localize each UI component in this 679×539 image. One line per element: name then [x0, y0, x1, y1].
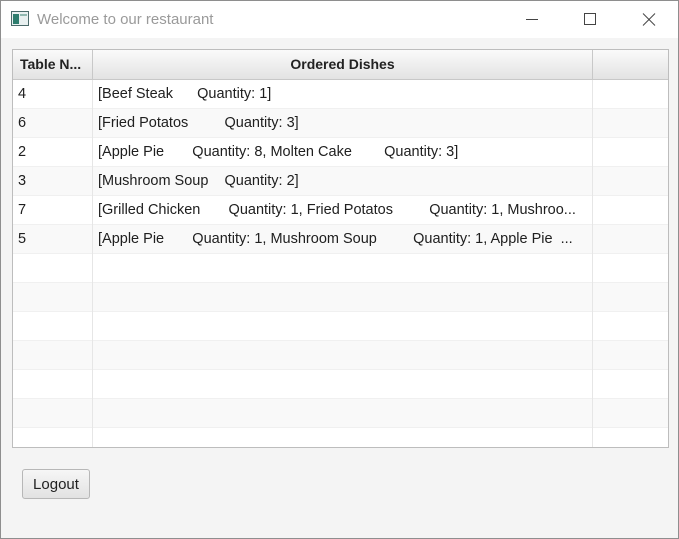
filler-cell	[593, 370, 668, 399]
close-icon	[642, 13, 656, 26]
table-number-cell	[13, 428, 93, 447]
column-header-filler	[593, 50, 668, 79]
window-title: Welcome to our restaurant	[37, 11, 214, 28]
filler-cell	[593, 109, 668, 138]
minimize-button[interactable]	[503, 1, 561, 38]
table-row-empty[interactable]	[13, 370, 668, 399]
ordered-dishes-cell: [Apple Pie Quantity: 8, Molten Cake Quan…	[93, 138, 593, 167]
table-number-cell	[13, 254, 93, 283]
filler-cell	[593, 283, 668, 312]
filler-cell	[593, 225, 668, 254]
ordered-dishes-cell: [Grilled Chicken Quantity: 1, Fried Pota…	[93, 196, 593, 225]
app-window: Welcome to our restaurant Table N... Ord…	[0, 0, 679, 539]
table-row[interactable]: 6 [Fried Potatos Quantity: 3]	[13, 109, 668, 138]
table-number-cell: 4	[13, 80, 93, 109]
filler-cell	[593, 428, 668, 447]
ordered-dishes-cell: [Fried Potatos Quantity: 3]	[93, 109, 593, 138]
table-number-cell	[13, 370, 93, 399]
table-row[interactable]: 4 [Beef Steak Quantity: 1]	[13, 80, 668, 109]
ordered-dishes-cell	[93, 341, 593, 370]
ordered-dishes-cell	[93, 312, 593, 341]
filler-cell	[593, 399, 668, 428]
maximize-button[interactable]	[561, 1, 619, 38]
table-row[interactable]: 7 [Grilled Chicken Quantity: 1, Fried Po…	[13, 196, 668, 225]
table-number-cell	[13, 341, 93, 370]
table-row-empty[interactable]	[13, 428, 668, 447]
table-number-cell	[13, 283, 93, 312]
title-bar[interactable]: Welcome to our restaurant	[1, 1, 678, 38]
filler-cell	[593, 80, 668, 109]
table-number-cell	[13, 312, 93, 341]
ordered-dishes-cell	[93, 428, 593, 447]
maximize-icon	[584, 13, 596, 25]
table-number-cell: 3	[13, 167, 93, 196]
ordered-dishes-cell	[93, 399, 593, 428]
table-row-empty[interactable]	[13, 399, 668, 428]
filler-cell	[593, 341, 668, 370]
filler-cell	[593, 167, 668, 196]
table-number-cell: 2	[13, 138, 93, 167]
window-icon	[11, 11, 29, 26]
minimize-icon	[526, 19, 538, 20]
table-body: 4 [Beef Steak Quantity: 1] 6 [Fried Pota…	[13, 80, 668, 447]
ordered-dishes-cell	[93, 254, 593, 283]
table-header: Table N... Ordered Dishes	[13, 50, 668, 80]
table-number-cell: 7	[13, 196, 93, 225]
table-row[interactable]: 3 [Mushroom Soup Quantity: 2]	[13, 167, 668, 196]
column-header-table-number[interactable]: Table N...	[13, 50, 93, 79]
table-number-cell	[13, 399, 93, 428]
table-row-empty[interactable]	[13, 283, 668, 312]
table-row-empty[interactable]	[13, 312, 668, 341]
table-number-cell: 5	[13, 225, 93, 254]
ordered-dishes-cell	[93, 370, 593, 399]
logout-button[interactable]: Logout	[22, 469, 90, 499]
filler-cell	[593, 254, 668, 283]
filler-cell	[593, 312, 668, 341]
table-row-empty[interactable]	[13, 254, 668, 283]
table-row[interactable]: 5 [Apple Pie Quantity: 1, Mushroom Soup …	[13, 225, 668, 254]
ordered-dishes-cell: [Apple Pie Quantity: 1, Mushroom Soup Qu…	[93, 225, 593, 254]
close-button[interactable]	[620, 1, 678, 38]
filler-cell	[593, 196, 668, 225]
table-row-empty[interactable]	[13, 341, 668, 370]
column-header-ordered-dishes[interactable]: Ordered Dishes	[93, 50, 593, 79]
ordered-dishes-cell	[93, 283, 593, 312]
filler-cell	[593, 138, 668, 167]
ordered-dishes-cell: [Beef Steak Quantity: 1]	[93, 80, 593, 109]
ordered-dishes-cell: [Mushroom Soup Quantity: 2]	[93, 167, 593, 196]
table-row[interactable]: 2 [Apple Pie Quantity: 8, Molten Cake Qu…	[13, 138, 668, 167]
table-number-cell: 6	[13, 109, 93, 138]
orders-table[interactable]: Table N... Ordered Dishes 4 [Beef Steak …	[12, 49, 669, 448]
